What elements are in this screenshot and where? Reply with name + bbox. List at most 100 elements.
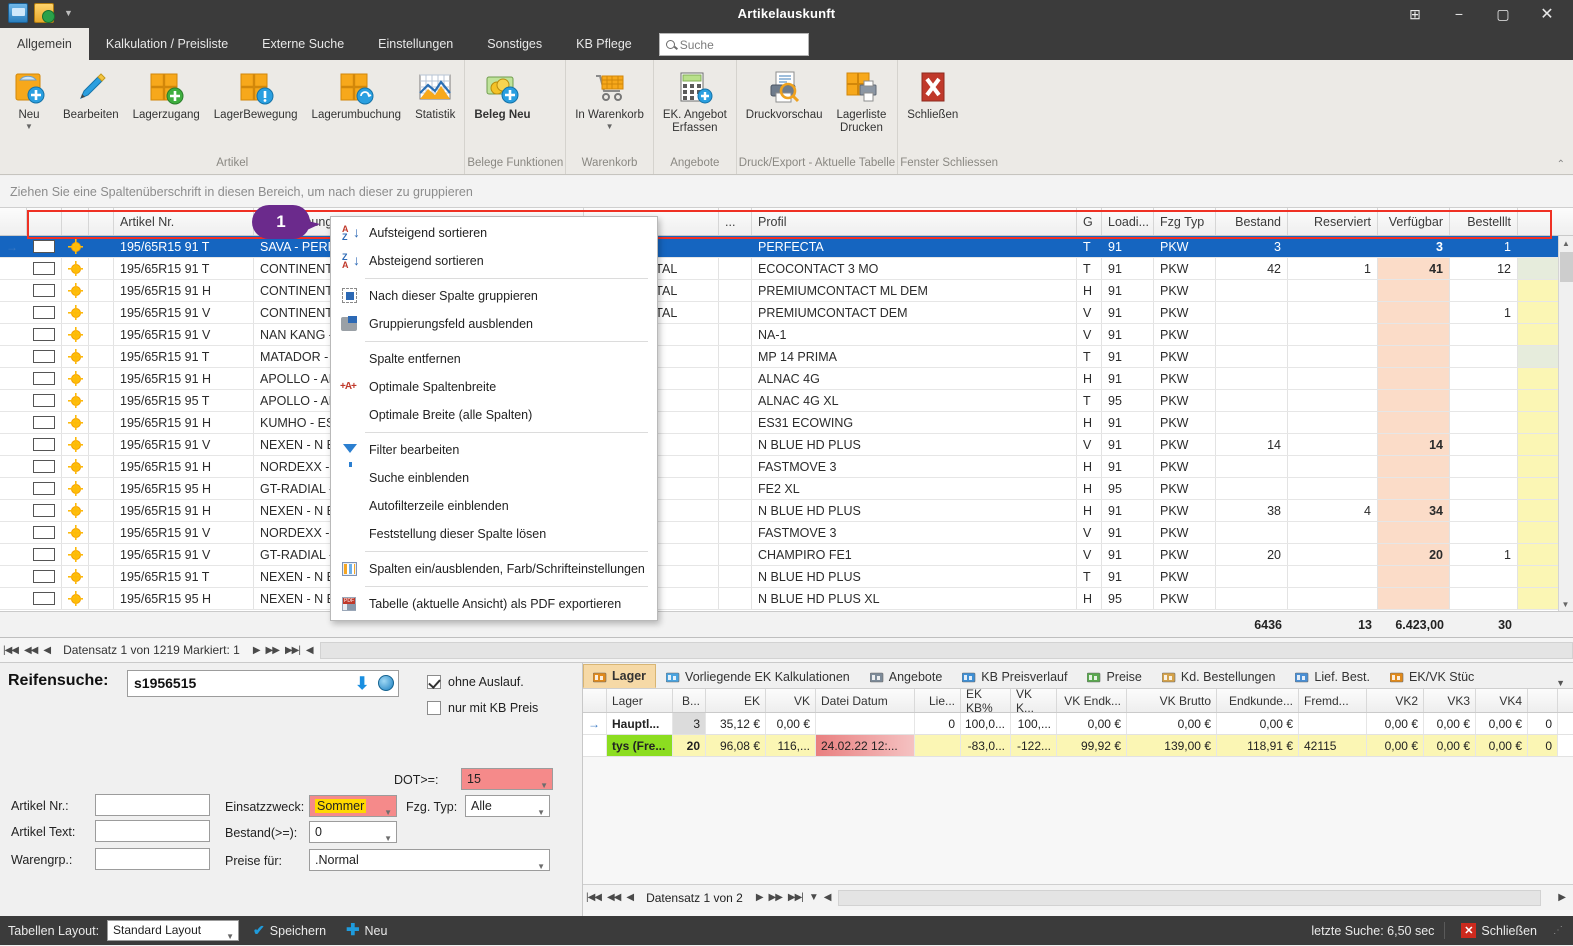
chevron-down-icon[interactable]: ▼ <box>540 776 548 796</box>
next-record-icon[interactable]: ▶ <box>753 892 766 903</box>
detail-column-header-vk4[interactable]: VK4 <box>1476 689 1528 712</box>
ribbon-button-neu[interactable]: Neu ▼ <box>2 66 56 131</box>
download-arrow-icon[interactable]: ⬇ <box>355 674 369 694</box>
row-checkbox[interactable] <box>27 280 62 301</box>
first-record-icon[interactable]: |◀◀ <box>583 892 604 903</box>
table-row[interactable]: 195/65R15 91 TMATADOR - MP 14 PRIMAMATAD… <box>0 346 1573 368</box>
grid-column-header-season[interactable] <box>62 208 89 235</box>
detail-horizontal-scrollbar[interactable] <box>837 889 1542 906</box>
checkbox-box[interactable] <box>33 262 55 275</box>
checkbox-box[interactable] <box>33 240 55 253</box>
grid-vertical-scrollbar[interactable]: ▲ ▼ <box>1558 236 1573 611</box>
row-checkbox[interactable] <box>27 478 62 499</box>
chevron-down-icon[interactable]: ▼ <box>537 857 545 877</box>
next-record-icon[interactable]: ▶ <box>250 645 263 656</box>
context-menu-item-gruppierungsfeld-ausblenden[interactable]: Gruppierungsfeld ausblenden <box>331 310 657 338</box>
detail-column-header-dateidatum[interactable]: Datei Datum <box>816 689 915 712</box>
detail-column-header-ek[interactable]: EK <box>706 689 766 712</box>
detail-tab-angebote[interactable]: Angebote <box>860 664 953 688</box>
row-checkbox[interactable] <box>27 544 62 565</box>
checkbox-box[interactable] <box>33 504 55 517</box>
detail-tab-vorliegende-ek-kalkulationen[interactable]: Vorliegende EK Kalkulationen <box>656 664 860 688</box>
checkbox-nur-mit-kb-preis[interactable]: nur mit KB Preis <box>427 701 538 715</box>
row-checkbox[interactable] <box>27 236 62 257</box>
table-row[interactable]: 195/65R15 91 HAPOLLO - ALNAC 4GAPOLLOALN… <box>0 368 1573 390</box>
detail-tab-lager[interactable]: Lager <box>583 664 657 688</box>
scroll-up-icon[interactable]: ▲ <box>1559 236 1573 250</box>
row-checkbox[interactable] <box>27 434 62 455</box>
resize-grip-icon[interactable]: ⋰ <box>1553 925 1563 936</box>
grid-column-header-verfuegbar[interactable]: Verfügbar <box>1378 208 1450 235</box>
table-row[interactable]: 195/65R15 95 TAPOLLO - ALNAC 4G XLAPOLLO… <box>0 390 1573 412</box>
detail-column-header-lief[interactable]: Lie... <box>915 689 961 712</box>
prev-page-icon[interactable]: ◀◀ <box>21 645 40 656</box>
grid-column-header-dots[interactable]: ... <box>719 208 752 235</box>
table-row[interactable]: 195/65R15 91 HNORDEXX - FASTMOVE 3NORDEX… <box>0 456 1573 478</box>
hscroll-right-icon[interactable]: ▶ <box>1555 892 1573 903</box>
grid-column-header-last[interactable] <box>1518 208 1573 235</box>
checkbox-box[interactable] <box>33 570 55 583</box>
context-menu-item-suche-einblenden[interactable]: Suche einblenden <box>331 464 657 492</box>
detail-column-header-vk3[interactable]: VK3 <box>1424 689 1476 712</box>
detail-column-header-vk[interactable]: VK <box>766 689 816 712</box>
globe-icon[interactable] <box>378 675 394 691</box>
new-layout-button[interactable]: ✚ Neu <box>340 922 393 938</box>
ribbon-search-box[interactable]: Suche <box>658 33 809 56</box>
chevron-down-icon[interactable]: ▼ <box>384 829 392 849</box>
close-button[interactable]: ✕ <box>1525 0 1569 28</box>
table-row[interactable]: 195/65R15 91 VNORDEXX - FASTMOVE 3NORDEX… <box>0 522 1573 544</box>
checkbox-box[interactable] <box>33 460 55 473</box>
detail-column-header-fremd[interactable]: Fremd... <box>1299 689 1367 712</box>
detail-column-header-vkk[interactable]: VK K... <box>1011 687 1057 715</box>
detail-column-header-vkendk[interactable]: VK Endk... <box>1057 689 1127 712</box>
last-record-icon[interactable]: ▶▶| <box>282 645 303 656</box>
tab-overflow-chevron-down-icon[interactable]: ▼ <box>1548 678 1573 688</box>
next-page-icon[interactable]: ▶▶ <box>766 892 785 903</box>
detail-column-header-endkunde[interactable]: Endkunde... <box>1217 689 1299 712</box>
chevron-down-icon[interactable]: ▼ <box>606 123 614 131</box>
detail-grid-body[interactable]: → Hauptl... 3 35,12 €0,00 €0 100,0... 100,...… <box>583 713 1573 757</box>
input-artikel-text[interactable] <box>95 820 210 842</box>
detail-tab-preise[interactable]: Preise <box>1077 664 1151 688</box>
detail-tab-ek-vk-st-c[interactable]: EK/VK Stüc <box>1380 664 1484 688</box>
ribbon-button-lagerzugang[interactable]: Lagerzugang <box>126 66 207 122</box>
detail-table-row[interactable]: → Hauptl... 3 35,12 €0,00 €0 100,0... 100,...… <box>583 713 1573 735</box>
row-checkbox[interactable] <box>27 412 62 433</box>
row-checkbox[interactable] <box>27 456 62 477</box>
ribbon-tab-sonstiges[interactable]: Sonstiges <box>470 28 559 60</box>
detail-column-header-vk5[interactable] <box>1528 689 1558 712</box>
ribbon-button-lagerliste-drucken[interactable]: Lagerliste Drucken <box>830 66 894 135</box>
table-row[interactable]: 195/65R15 95 HNEXEN - N BLUE HD PLUS XLN… <box>0 588 1573 610</box>
layout-select[interactable]: Standard Layout ▼ <box>107 920 240 941</box>
grid-pager[interactable]: |◀◀ ◀◀ ◀ Datensatz 1 von 1219 Markiert: … <box>0 638 1573 663</box>
grid-column-header-g[interactable]: G <box>1077 208 1102 235</box>
detail-pager[interactable]: |◀◀ ◀◀ ◀ Datensatz 1 von 2 ▶ ▶▶ ▶▶| ▼ ◀ … <box>583 884 1573 910</box>
select-einsatzzweck[interactable]: Sommer ▼ <box>309 795 397 817</box>
maximize-button[interactable]: ▢ <box>1481 0 1525 28</box>
restore-down-button[interactable]: ⊞ <box>1393 0 1437 28</box>
grid-column-header-reserviert[interactable]: Reserviert <box>1288 208 1378 235</box>
prev-record-icon[interactable]: ◀ <box>623 892 636 903</box>
context-menu-item-spalte-entfernen[interactable]: Spalte entfernen <box>331 345 657 373</box>
ribbon-button-in-warenkorb[interactable]: In Warenkorb ▼ <box>568 66 651 131</box>
detail-grid[interactable]: Lager B... EK VK Datei Datum Lie... EK KB% VK K… <box>583 687 1573 757</box>
checkbox-box[interactable] <box>33 482 55 495</box>
ribbon-tab-allgemein[interactable]: Allgemein <box>0 28 89 60</box>
select-dot[interactable]: 15 ▼ <box>461 768 553 790</box>
scroll-down-icon[interactable]: ▼ <box>1559 597 1572 611</box>
checkbox-box[interactable] <box>33 416 55 429</box>
select-preise-fuer[interactable]: .Normal ▼ <box>309 849 550 871</box>
row-checkbox[interactable] <box>27 500 62 521</box>
column-header-context-menu[interactable]: A Z ↓ Aufsteigend sortieren Z A ↓ Absteigend so… <box>330 216 658 621</box>
ribbon-tab-strip[interactable]: Allgemein Kalkulation / Preisliste Externe… <box>0 28 1573 60</box>
checkbox-box[interactable] <box>33 350 55 363</box>
checkbox-box[interactable] <box>33 548 55 561</box>
ribbon-tab-einstellungen[interactable]: Einstellungen <box>361 28 470 60</box>
ribbon-button-lagerumbuchung[interactable]: Lagerumbuchung <box>305 66 409 122</box>
context-menu-item-spalten-ein-ausblenden-farb-schrifteinstellungen[interactable]: Spalten ein/ausblenden, Farb/Schrifteins… <box>331 555 657 583</box>
checkbox-box[interactable] <box>33 438 55 451</box>
article-grid[interactable]: Artikel Nr.Bezeichnung...ProfilGLoadi...… <box>0 208 1573 638</box>
checkbox-ohne-auslauf[interactable]: ohne Auslauf. <box>427 675 524 689</box>
ribbon-tab-externe-suche[interactable]: Externe Suche <box>245 28 361 60</box>
ribbon-button-ek-angebot-erfassen[interactable]: EK. Angebot Erfassen <box>656 66 734 135</box>
